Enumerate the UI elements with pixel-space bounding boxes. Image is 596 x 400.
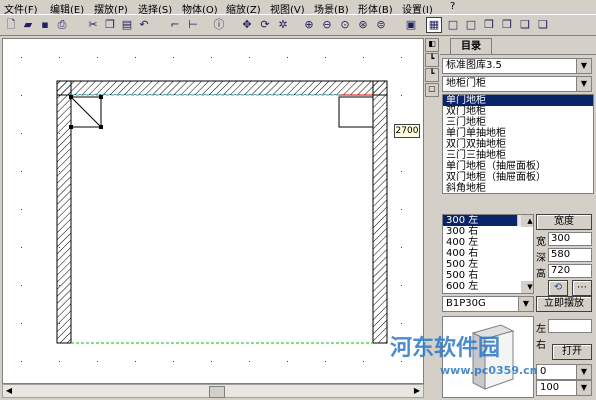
tab-catalog[interactable]: 目录 <box>450 38 492 55</box>
zoom-in-icon[interactable]: ⊕ <box>302 18 316 32</box>
drawing-canvas[interactable] <box>2 38 424 384</box>
zoom-all-icon[interactable]: ⊜ <box>374 18 388 32</box>
height-offset-select[interactable]: 100 ▼ <box>536 380 592 396</box>
menu-help[interactable]: ? <box>450 1 455 12</box>
size-list-scrollbar[interactable]: ▲ ▼ <box>517 215 533 293</box>
right-wall <box>372 80 388 344</box>
wall-icon[interactable]: ⌐ <box>168 18 182 32</box>
chevron-down-icon[interactable]: ▼ <box>518 297 533 311</box>
view-box3-icon[interactable]: ❒ <box>482 18 496 32</box>
list-item[interactable]: 400 右 <box>443 248 533 259</box>
zoom-out-icon[interactable]: ⊖ <box>320 18 334 32</box>
code-select-value: B1P30G <box>446 298 486 309</box>
floor-plan <box>3 39 423 383</box>
category-select-value: 地柜门柜 <box>446 78 486 89</box>
menu-bar: 文件(F) 编辑(E) 摆放(P) 选择(S) 物体(O) 缩放(Z) 视图(V… <box>0 0 596 16</box>
left-wall <box>56 80 72 344</box>
list-item[interactable]: 双门双抽地柜 <box>443 139 593 150</box>
scroll-right-icon[interactable]: ▶ <box>411 385 423 397</box>
offset-select-value: 0 <box>540 366 547 377</box>
horizontal-scrollbar[interactable]: ◀ ▶ <box>2 384 424 398</box>
top-wall <box>56 80 388 96</box>
cabinet-list[interactable]: 单门地柜 双门地柜 三门地柜 单门单抽地柜 双门双抽地柜 三门三抽地柜 单门地柜… <box>442 94 594 194</box>
list-item[interactable]: 三门三抽地柜 <box>443 150 593 161</box>
rotate2-icon[interactable]: ✲ <box>276 18 290 32</box>
view-box1-icon[interactable]: □ <box>446 18 460 32</box>
list-item[interactable]: 单门单抽地柜 <box>443 128 593 139</box>
chevron-down-icon[interactable]: ▼ <box>576 365 591 379</box>
view-box6-icon[interactable]: ❑ <box>536 18 550 32</box>
right-cabinet[interactable] <box>338 96 374 128</box>
view-box2-icon[interactable]: □ <box>464 18 478 32</box>
dimension-label: 2700 <box>394 124 420 138</box>
view-plan-icon[interactable]: ▦ <box>426 17 442 33</box>
side-tab-floor-icon[interactable]: ┗ <box>425 68 439 82</box>
paste-icon[interactable]: ▤ <box>120 18 134 32</box>
rotate-icon[interactable]: ⟳ <box>258 18 272 32</box>
list-item[interactable]: 300 右 <box>443 226 533 237</box>
height-label: 高 <box>536 269 546 280</box>
toolbar: 🗋 ▰ ▪ ⎙ ✂ ❐ ▤ ↶ ⌐ ⊢ ⓘ ✥ ⟳ ✲ ⊕ ⊖ ⊙ ⊛ ⊜ ▣ … <box>0 14 596 36</box>
left-label: 左 <box>536 324 546 335</box>
height-field[interactable]: 720 <box>548 264 592 278</box>
watermark-url: www.pc0359.cn <box>440 364 538 377</box>
list-item[interactable]: 600 左 <box>443 281 533 292</box>
list-item[interactable]: 500 右 <box>443 270 533 281</box>
width-button[interactable]: 宽度 <box>536 214 592 230</box>
left-field[interactable] <box>548 319 592 333</box>
list-item[interactable]: 单门地柜（抽屉面板） <box>443 161 593 172</box>
zoom-window-icon[interactable]: ⊙ <box>338 18 352 32</box>
scroll-thumb[interactable] <box>209 386 225 398</box>
open-button[interactable]: 打开 <box>552 344 592 360</box>
zoom-fit-icon[interactable]: ⊛ <box>356 18 370 32</box>
width-label: 宽 <box>536 237 546 248</box>
list-item[interactable]: 三门地柜 <box>443 117 593 128</box>
list-item[interactable]: 斜角地柜 <box>443 183 593 193</box>
scroll-down-icon[interactable]: ▼ <box>521 281 533 293</box>
side-tab-box-icon[interactable]: ▢ <box>425 83 439 97</box>
category-select[interactable]: 地柜门柜 ▼ <box>442 76 592 92</box>
copy-icon[interactable]: ❐ <box>103 18 117 32</box>
width-field[interactable]: 300 <box>548 232 592 246</box>
view-box4-icon[interactable]: ❒ <box>500 18 514 32</box>
save-icon[interactable]: ▪ <box>38 18 52 32</box>
chevron-down-icon[interactable]: ▼ <box>576 59 591 73</box>
info-icon[interactable]: ⓘ <box>212 18 226 32</box>
watermark-title: 河东软件园 <box>390 336 501 361</box>
list-item[interactable]: 单门地柜 <box>443 95 593 106</box>
print-icon[interactable]: ⎙ <box>55 18 69 32</box>
size-list[interactable]: 300 左 300 右 400 左 400 右 500 左 500 右 600 … <box>442 214 534 294</box>
chevron-down-icon[interactable]: ▼ <box>576 77 591 91</box>
scroll-left-icon[interactable]: ◀ <box>3 385 15 397</box>
undo-icon[interactable]: ↶ <box>137 18 151 32</box>
library-select-value: 标准图库3.5 <box>446 60 502 71</box>
list-item[interactable]: 双门地柜（抽屉面板） <box>443 172 593 183</box>
library-select[interactable]: 标准图库3.5 ▼ <box>442 58 592 74</box>
chevron-down-icon[interactable]: ▼ <box>576 381 591 395</box>
offset-select[interactable]: 0 ▼ <box>536 364 592 380</box>
depth-field[interactable]: 580 <box>548 248 592 262</box>
grid-select-icon[interactable]: ⋯ <box>572 280 592 296</box>
refresh-icon[interactable]: ⟲ <box>548 280 568 296</box>
side-tab-catalog-icon[interactable]: ◧ <box>425 38 439 52</box>
list-item[interactable]: 500 左 <box>443 259 533 270</box>
list-item[interactable]: 400 左 <box>443 237 533 248</box>
render-icon[interactable]: ▣ <box>404 18 418 32</box>
new-icon[interactable]: 🗋 <box>4 18 18 32</box>
code-select[interactable]: B1P30G ▼ <box>442 296 534 312</box>
right-label: 右 <box>536 340 546 351</box>
height-offset-select-value: 100 <box>540 382 560 393</box>
open-icon[interactable]: ▰ <box>21 18 35 32</box>
scroll-up-icon[interactable]: ▲ <box>521 215 533 227</box>
place-now-button[interactable]: 立即摆放 <box>536 296 592 312</box>
side-tab-wall-icon[interactable]: ┗ <box>425 53 439 67</box>
depth-label: 深 <box>536 253 546 264</box>
cut-icon[interactable]: ✂ <box>86 18 100 32</box>
view-box5-icon[interactable]: ❑ <box>518 18 532 32</box>
side-tabs: ◧ ┗ ┗ ▢ <box>425 38 439 97</box>
dimension-icon[interactable]: ⊢ <box>186 18 200 32</box>
move-icon[interactable]: ✥ <box>240 18 254 32</box>
list-item[interactable]: 双门地柜 <box>443 106 593 117</box>
